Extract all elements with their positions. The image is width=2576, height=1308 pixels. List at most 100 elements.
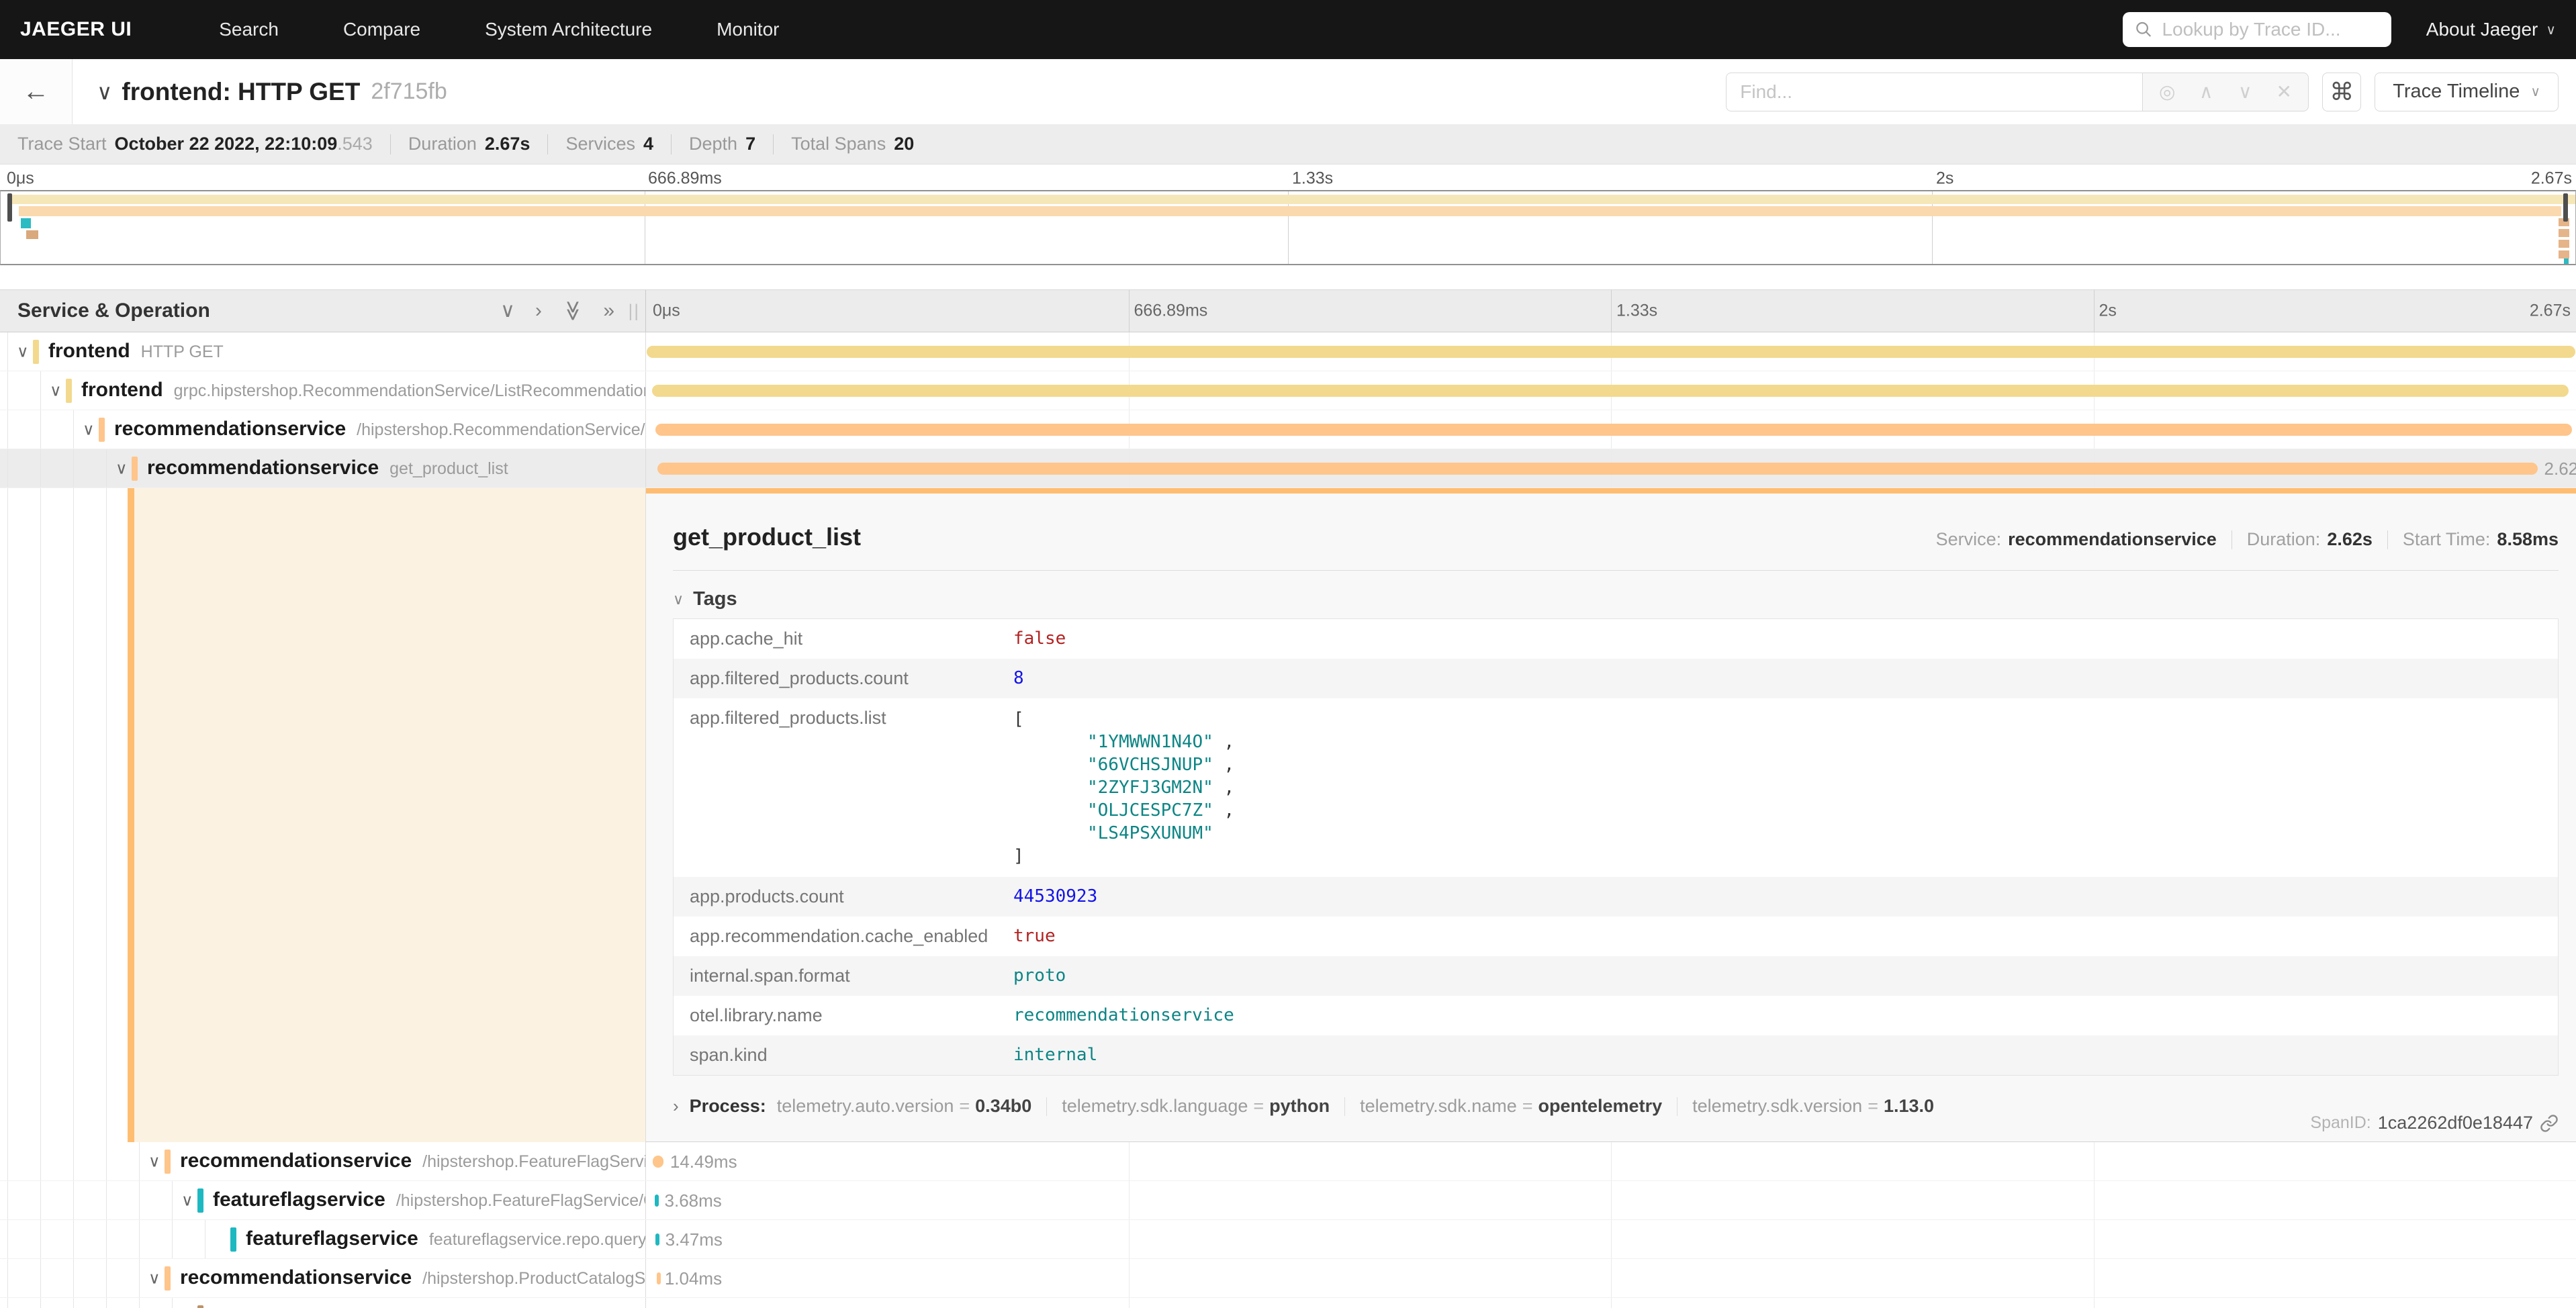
span-timeline-cell[interactable]: 3.47ms [646, 1220, 2576, 1258]
minimap-span-bar [2559, 250, 2569, 259]
span-name-cell[interactable]: ∨recommendationservice/hipstershop.Featu… [0, 1142, 646, 1180]
span-duration-bar[interactable] [655, 424, 2572, 436]
process-row[interactable]: ›Process:telemetry.auto.version=0.34b0te… [673, 1096, 2559, 1117]
tag-value-text: internal [1013, 1045, 1097, 1065]
trace-view-selector[interactable]: Trace Timeline ∨ [2375, 73, 2559, 111]
nav-item-system-architecture[interactable]: System Architecture [485, 19, 652, 40]
span-timeline-cell[interactable] [646, 371, 2576, 410]
span-expand-chevron-icon[interactable]: ∨ [17, 342, 29, 361]
span-timeline-cell[interactable] [646, 1298, 2576, 1308]
span-row-featureflagservice[interactable]: ∨featureflagservice/hipstershop.FeatureF… [0, 1181, 2576, 1220]
minimap-right-handle[interactable] [2563, 193, 2568, 222]
span-row-frontend[interactable]: ∨frontendHTTP GET [0, 332, 2576, 371]
span-row-featureflagservice[interactable]: featureflagservicefeatureflagservice.rep… [0, 1220, 2576, 1259]
span-duration-bar[interactable] [657, 1272, 661, 1284]
span-row[interactable] [0, 1298, 2576, 1308]
span-row-recommendationservice[interactable]: ∨recommendationservice/hipstershop.Featu… [0, 1142, 2576, 1181]
find-input[interactable] [1726, 73, 2142, 111]
span-name-cell[interactable]: ∨featureflagservice/hipstershop.FeatureF… [0, 1181, 646, 1219]
span-duration-bar[interactable] [653, 1156, 663, 1168]
expand-one-icon[interactable]: › [535, 301, 542, 321]
timeline-tick-label: 0μs [653, 301, 680, 321]
span-expand-chevron-icon[interactable]: ∨ [148, 1152, 160, 1171]
tags-section-title: Tags [693, 588, 737, 610]
span-row-recommendationservice[interactable]: ∨recommendationservice/hipstershop.Produ… [0, 1259, 2576, 1298]
collapse-all-icon[interactable]: ≫ [563, 300, 583, 321]
trace-collapse-icon[interactable]: ∨ [97, 79, 112, 105]
nav-item-compare[interactable]: Compare [343, 19, 420, 40]
tag-row[interactable]: otel.library.namerecommendationservice [674, 996, 2558, 1035]
equals-sign: = [959, 1096, 970, 1117]
about-jaeger-menu[interactable]: About Jaeger ∨ [2426, 19, 2556, 40]
span-name-cell[interactable]: featureflagservicefeatureflagservice.rep… [0, 1220, 646, 1258]
tags-table: app.cache_hitfalseapp.filtered_products.… [673, 618, 2559, 1076]
span-duration-bar[interactable] [655, 1195, 659, 1207]
tag-row[interactable]: app.products.count44530923 [674, 877, 2558, 917]
trace-lookup-input[interactable] [2162, 19, 2379, 40]
column-resize-grip[interactable]: || [628, 301, 640, 322]
tag-row[interactable]: app.cache_hitfalse [674, 619, 2558, 659]
tree-indent-guide [139, 1220, 140, 1258]
span-name-cell[interactable]: ∨frontendgrpc.hipstershop.Recommendation… [0, 371, 646, 410]
tree-indent-guide [40, 1298, 41, 1308]
span-timeline-cell[interactable] [646, 410, 2576, 449]
span-name-cell[interactable]: ∨recommendationservice/hipstershop.Recom… [0, 410, 646, 449]
keyboard-shortcuts-button[interactable]: ⌘ [2322, 73, 2361, 111]
span-duration-bar[interactable] [652, 385, 2569, 397]
span-expand-chevron-icon[interactable]: ∨ [148, 1268, 160, 1288]
span-timeline-cell[interactable]: 14.49ms [646, 1142, 2576, 1180]
span-name-cell[interactable]: ∨recommendationservice/hipstershop.Produ… [0, 1259, 646, 1297]
minimap-left-handle[interactable] [7, 193, 12, 222]
timeline-gridline [2094, 1298, 2095, 1308]
back-button[interactable]: ← [0, 59, 73, 124]
prev-match-icon[interactable]: ∧ [2189, 77, 2223, 107]
app-brand[interactable]: JAEGER UI [20, 18, 132, 41]
span-row-recommendationservice[interactable]: ∨recommendationserviceget_product_list2.… [0, 449, 2576, 488]
timeline-column-header: Service & Operation ∨ › ≫ » || 0μs666.89… [0, 289, 2576, 332]
meta-label: Start Time: [2403, 529, 2491, 550]
span-name-cell[interactable]: ∨recommendationserviceget_product_list [0, 449, 646, 487]
locate-icon[interactable]: ◎ [2150, 77, 2184, 107]
minimap-span-bar [21, 218, 31, 228]
tag-row[interactable]: internal.span.formatproto [674, 956, 2558, 996]
collapse-one-icon[interactable]: ∨ [500, 301, 515, 321]
copy-link-icon[interactable] [2540, 1114, 2559, 1133]
span-expand-chevron-icon[interactable]: ∨ [181, 1190, 193, 1210]
trace-minimap[interactable] [0, 190, 2576, 265]
span-expand-chevron-icon[interactable]: ∨ [116, 459, 128, 478]
tag-row[interactable]: span.kindinternal [674, 1035, 2558, 1075]
span-row-recommendationservice[interactable]: ∨recommendationservice/hipstershop.Recom… [0, 410, 2576, 449]
tree-indent-guide [106, 449, 107, 487]
expand-all-icon[interactable]: » [603, 301, 614, 321]
span-expand-chevron-icon[interactable]: ∨ [50, 381, 62, 400]
span-duration-bar[interactable] [647, 346, 2575, 358]
span-duration-bar[interactable] [655, 1233, 659, 1246]
span-row-frontend[interactable]: ∨frontendgrpc.hipstershop.Recommendation… [0, 371, 2576, 410]
tree-indent-guide [172, 1181, 173, 1219]
trace-lookup-box[interactable] [2123, 12, 2391, 47]
tag-row[interactable]: app.filtered_products.count8 [674, 659, 2558, 698]
json-string-value: "66VCHSJNUP" [1087, 755, 1213, 775]
tree-indent-guide [106, 1181, 107, 1219]
span-expand-chevron-icon[interactable]: ∨ [83, 420, 95, 439]
span-name-cell[interactable] [0, 1298, 646, 1308]
span-duration-label: 3.47ms [665, 1220, 723, 1258]
span-timeline-cell[interactable]: 2.62s [646, 449, 2576, 487]
span-timeline-cell[interactable]: 1.04ms [646, 1259, 2576, 1297]
next-match-icon[interactable]: ∨ [2227, 77, 2262, 107]
summary-separator [671, 134, 672, 154]
span-timeline-cell[interactable]: 3.68ms [646, 1181, 2576, 1219]
span-timeline-cell[interactable] [646, 332, 2576, 371]
tree-indent-guide [40, 1142, 41, 1180]
tag-value: true [1007, 917, 2558, 956]
tag-row[interactable]: app.recommendation.cache_enabledtrue [674, 917, 2558, 956]
clear-find-icon[interactable]: ✕ [2266, 77, 2301, 107]
json-string-value: "1YMWWN1N4O" [1087, 732, 1213, 752]
span-duration-bar[interactable] [657, 463, 2537, 475]
span-name-cell[interactable]: ∨frontendHTTP GET [0, 332, 646, 371]
tag-row[interactable]: app.filtered_products.list["1YMWWN1N4O" … [674, 698, 2558, 877]
tags-section-header[interactable]: ∨Tags [673, 588, 2559, 610]
nav-item-monitor[interactable]: Monitor [717, 19, 779, 40]
nav-item-search[interactable]: Search [219, 19, 279, 40]
span-service-name: featureflagservice [213, 1188, 385, 1211]
